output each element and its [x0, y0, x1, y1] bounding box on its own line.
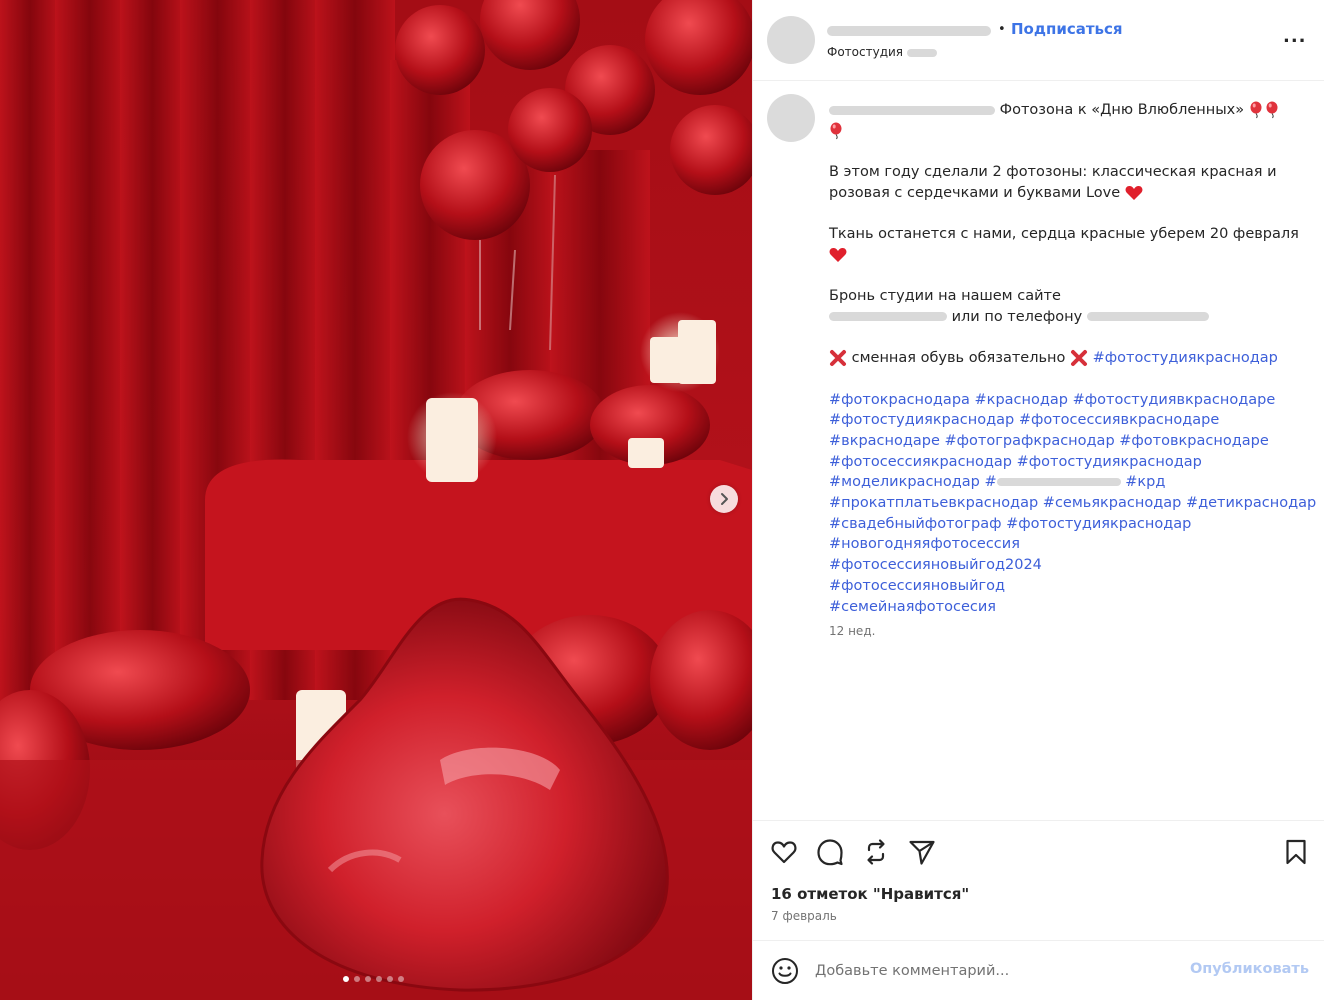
follow-button[interactable]: Подписаться	[1011, 20, 1123, 38]
hashtag-link[interactable]: #краснодар	[975, 392, 1068, 408]
post-photo	[0, 0, 752, 1000]
caption-p2-line2	[829, 245, 1299, 266]
hashtag-link[interactable]: #фотостудиякраснодар	[1006, 516, 1191, 532]
hashtag-link[interactable]: #фотосессияновыйгод	[829, 578, 1005, 594]
hashtag-link[interactable]: #фотостудиякраснодар	[1093, 350, 1278, 366]
hashtags-line-6: #прокатплатьевкраснодар #семьякраснодар …	[829, 493, 1316, 514]
likes-count[interactable]: 16 отметок "Нравится"	[771, 885, 969, 903]
next-slide-button[interactable]	[710, 485, 738, 513]
hashtag-link[interactable]: #фотографкраснодар	[945, 433, 1115, 449]
balloon-icon	[1250, 101, 1262, 119]
hashtags-line-1: #фотокраснодара #краснодар #фотостудиявк…	[829, 390, 1299, 411]
hashtag-link[interactable]: #фотосессиявкраснодаре	[1019, 412, 1219, 428]
chevron-right-icon	[721, 493, 728, 505]
slide-dot-4	[376, 976, 382, 982]
comment-icon[interactable]	[815, 837, 845, 867]
header-separator: •	[998, 22, 1006, 37]
hashtags-line-9: #фотосессияновыйгод2024	[829, 555, 1299, 576]
publish-button[interactable]: Опубликовать	[1190, 961, 1309, 977]
balloon-icon	[1266, 101, 1278, 119]
hashtags-line-7: #свадебныйфотограф #фотостудиякраснодар	[829, 514, 1299, 535]
caption-p1-line2: розовая с сердечками и буквами Love	[829, 183, 1299, 204]
balloon-icon	[830, 122, 842, 139]
post-actions: 16 отметок "Нравится" 7 февраль	[753, 820, 1324, 940]
phone-redacted	[1086, 312, 1209, 322]
hashtag-link[interactable]: #фотокраснодара	[829, 392, 970, 408]
hashtag-link[interactable]: #семьякраснодар	[1043, 495, 1182, 511]
post-header: • Подписаться Фотостудия ...	[753, 0, 1324, 81]
comment-input[interactable]	[815, 959, 1175, 983]
caption-title-line: Фотозона к «Дню Влюбленных»	[829, 100, 1299, 121]
post-caption: Фотозона к «Дню Влюбленных» В этом году …	[829, 100, 1316, 642]
hashtag-link[interactable]: #фотосессиякраснодар	[829, 454, 1012, 470]
author-avatar[interactable]	[767, 16, 815, 64]
comment-bar: Опубликовать	[753, 940, 1324, 1000]
author-subtitle[interactable]: Фотостудия	[827, 45, 937, 59]
slide-dot-6	[398, 976, 404, 982]
cross-mark-icon	[1071, 350, 1087, 367]
location-redacted	[906, 48, 937, 57]
valentine-photo-scene	[0, 0, 752, 1000]
hashtag-link[interactable]: #моделикраснодар #	[829, 474, 997, 490]
hashtags-line-3: #вкраснодаре #фотографкраснодар #фотовкр…	[829, 431, 1299, 452]
hashtag-link[interactable]: #прокатплатьевкраснодар	[829, 495, 1038, 511]
website-redacted[interactable]	[829, 312, 947, 322]
repost-icon[interactable]	[861, 837, 891, 867]
hashtags-line-10: #фотосессияновыйгод	[829, 576, 1299, 597]
hashtags-line-2: #фотостудиякраснодар #фотосессиявкраснод…	[829, 410, 1299, 431]
hashtag-link[interactable]: #фотостудиявкраснодаре	[1073, 392, 1276, 408]
caption-p4-line: сменная обувь обязательно #фотостудиякра…	[829, 348, 1299, 369]
emoji-smile-icon[interactable]	[771, 957, 799, 985]
caption-p2-line1: Ткань останется с нами, сердца красные у…	[829, 226, 1299, 243]
hashtag-link[interactable]: #фотосессияновыйгод2024	[829, 557, 1042, 573]
caption-p3-line1: Бронь студии на нашем сайте	[829, 288, 1061, 305]
caption-title: Фотозона к «Дню Влюбленных»	[999, 102, 1245, 118]
caption-author-avatar[interactable]	[767, 94, 815, 142]
hashtag-link[interactable]: #фотовкраснодаре	[1119, 433, 1269, 449]
bookmark-icon[interactable]	[1281, 837, 1311, 867]
caption-p1-line1: В этом году сделали 2 фотозоны: классиче…	[829, 164, 1277, 181]
slide-dot-3	[365, 976, 371, 982]
red-heart-icon	[829, 247, 847, 262]
post-date: 7 февраль	[771, 909, 837, 923]
hashtags-line-5: #моделикраснодар # #крд	[829, 472, 1299, 493]
slide-indicator	[343, 976, 404, 982]
slide-dot-1	[343, 976, 349, 982]
red-heart-icon	[1125, 185, 1143, 200]
hashtags-line-11: #семейнаяфотосесия	[829, 597, 1299, 618]
hashtag-link[interactable]: #крд	[1125, 474, 1165, 490]
author-name-redacted[interactable]	[827, 26, 991, 36]
send-icon[interactable]	[907, 837, 937, 867]
cross-mark-icon	[830, 350, 846, 367]
hashtag-link[interactable]: #детикраснодар	[1186, 495, 1316, 511]
caption-author-redacted[interactable]	[829, 105, 995, 115]
hashtag-link[interactable]: #новогодняяфотосессия	[829, 536, 1020, 552]
slide-dot-2	[354, 976, 360, 982]
post-side-panel: • Подписаться Фотостудия ... Фотозона к …	[752, 0, 1324, 1000]
hashtag-link[interactable]: #фотостудиякраснодар	[1017, 454, 1202, 470]
caption-time-ago[interactable]: 12 нед.	[829, 621, 1299, 642]
hashtags-line-8: #новогодняяфотосессия	[829, 534, 1299, 555]
hashtag-link[interactable]: #фотостудиякраснодар	[829, 412, 1014, 428]
slide-dot-5	[387, 976, 393, 982]
more-options-button[interactable]: ...	[1283, 28, 1307, 46]
caption-p3-line2: или по телефону	[829, 307, 1299, 328]
hashtags-line-4: #фотосессиякраснодар #фотостудиякраснода…	[829, 452, 1299, 473]
hashtag-redacted	[996, 478, 1121, 487]
caption-area: Фотозона к «Дню Влюбленных» В этом году …	[753, 82, 1324, 820]
hashtag-link[interactable]: #вкраснодаре	[829, 433, 940, 449]
heart-icon[interactable]	[769, 837, 799, 867]
caption-emoji-line	[829, 121, 1299, 142]
hashtag-link[interactable]: #семейнаяфотосесия	[829, 599, 996, 615]
hashtag-link[interactable]: #свадебныйфотограф	[829, 516, 1002, 532]
